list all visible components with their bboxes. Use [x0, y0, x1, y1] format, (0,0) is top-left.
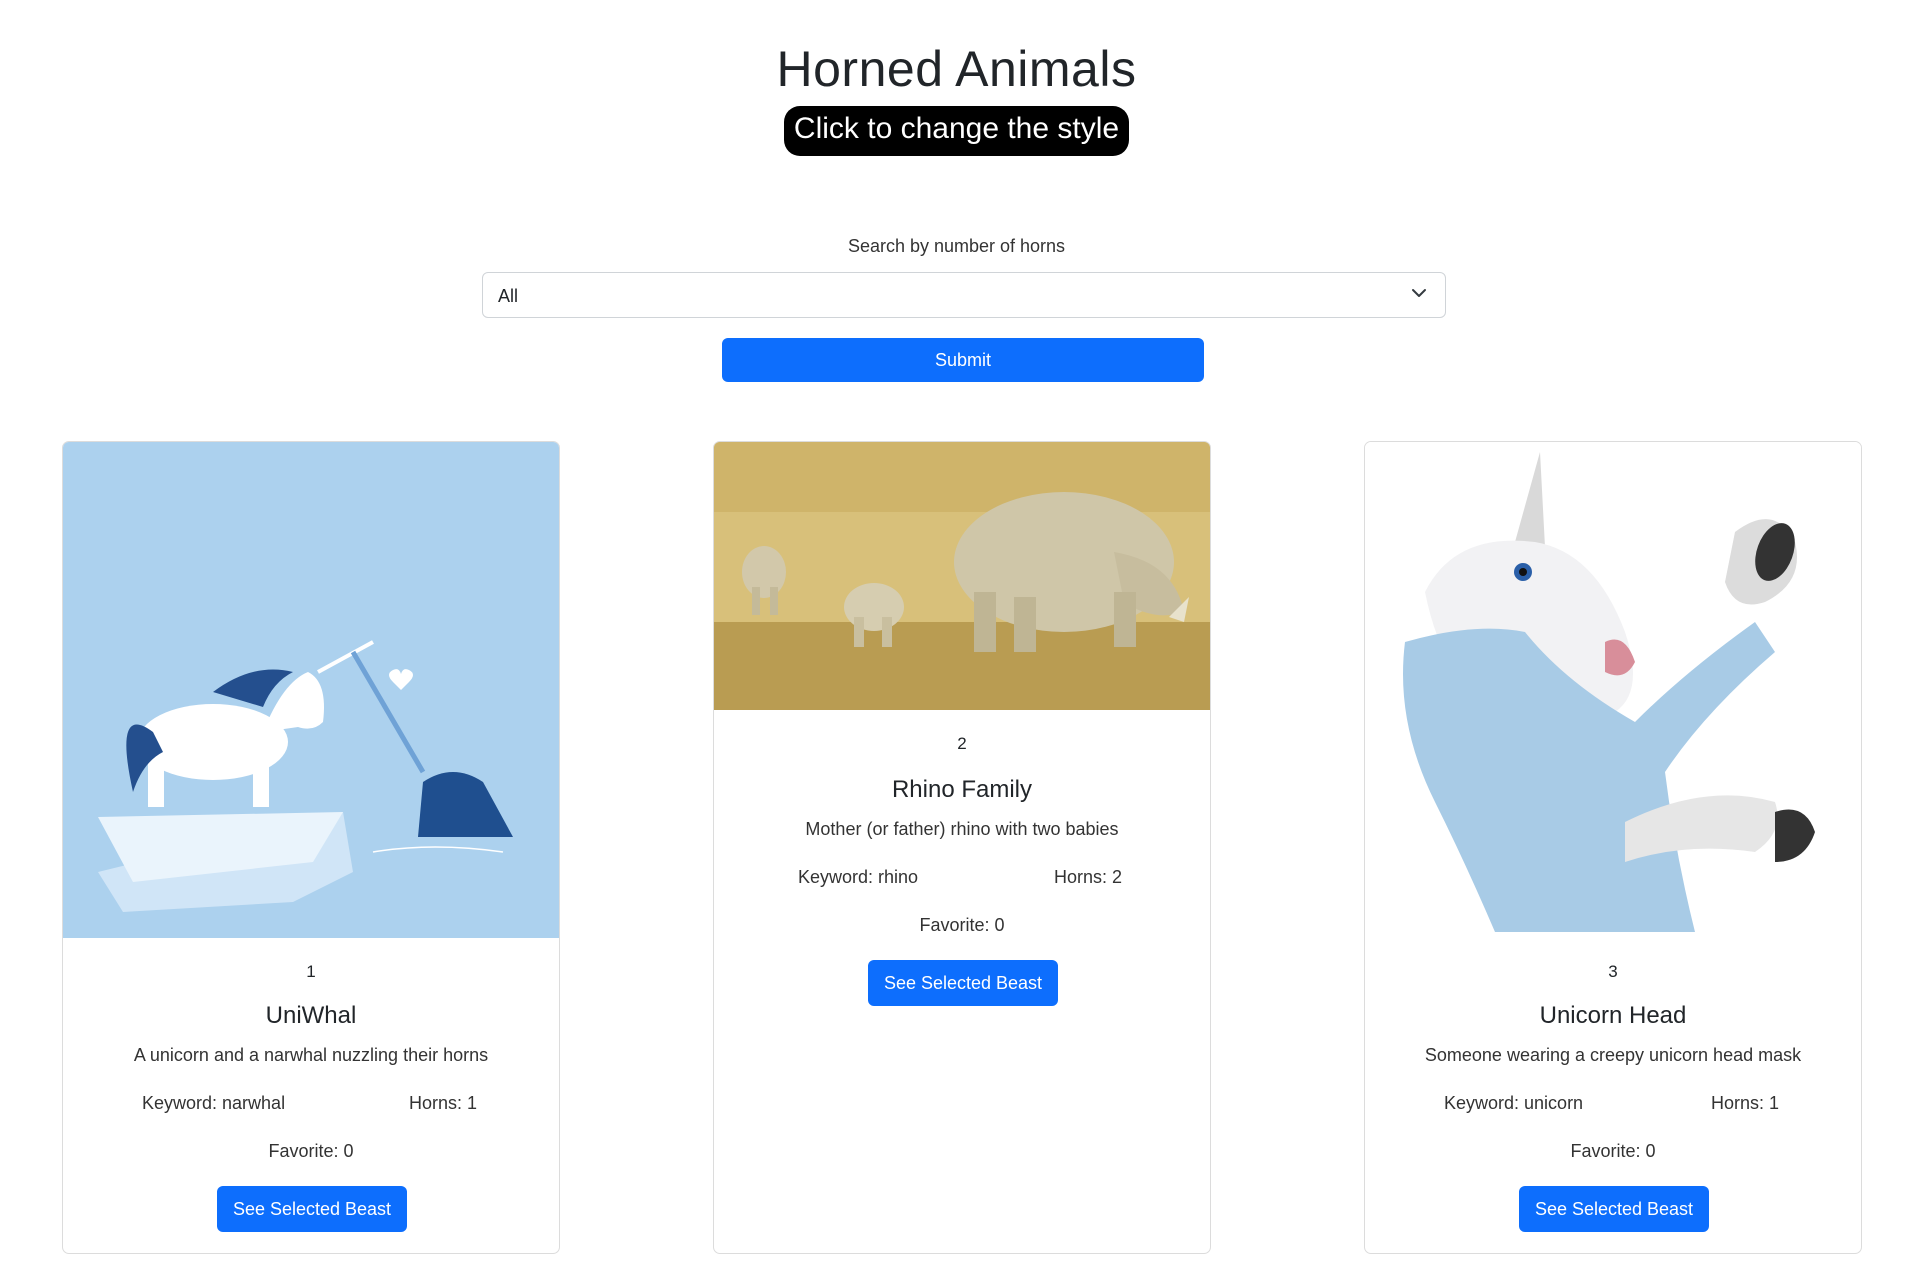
beast-horns: Horns: 2 [1054, 867, 1123, 887]
beast-description: A unicorn and a narwhal nuzzling their h… [133, 1045, 489, 1065]
search-label: Search by number of horns [847, 236, 1066, 256]
beast-keyword: Keyword: narwhal [142, 1093, 286, 1113]
beast-title: Unicorn Head [1539, 1002, 1687, 1029]
see-selected-beast-button[interactable]: See Selected Beast [217, 1186, 407, 1232]
see-selected-beast-button[interactable]: See Selected Beast [1519, 1186, 1709, 1232]
beast-horns: Horns: 1 [409, 1093, 478, 1113]
beast-favorite: Favorite: 0 [1570, 1141, 1656, 1161]
beast-favorite: Favorite: 0 [919, 915, 1005, 935]
beast-horns: Horns: 1 [1711, 1093, 1780, 1113]
beast-description: Mother (or father) rhino with two babies [805, 819, 1119, 839]
see-selected-beast-button[interactable]: See Selected Beast [868, 960, 1058, 1006]
page-title: Horned Animals [776, 41, 1137, 97]
beast-number: 2 [957, 734, 967, 753]
horns-select-value: All [498, 286, 519, 306]
beast-description: Someone wearing a creepy unicorn head ma… [1424, 1045, 1802, 1065]
page: Horned Animals Click to change the style… [0, 0, 1913, 1266]
beast-image-unicorn-head[interactable] [1365, 442, 1861, 938]
beast-favorite: Favorite: 0 [268, 1141, 354, 1161]
submit-button[interactable]: Submit [722, 338, 1204, 382]
chevron-down-icon [1412, 289, 1426, 297]
header: Horned Animals Click to change the style [0, 36, 1913, 156]
beast-card[interactable]: 1 UniWhal A unicorn and a narwhal nuzzli… [62, 441, 560, 1254]
beast-card[interactable]: 3 Unicorn Head Someone wearing a creepy … [1364, 441, 1862, 1254]
beast-number: 3 [1608, 962, 1618, 981]
change-style-button[interactable]: Click to change the style [783, 106, 1130, 156]
beast-number: 1 [306, 962, 316, 981]
beast-title: Rhino Family [891, 776, 1033, 803]
beast-title: UniWhal [265, 1002, 357, 1029]
beast-keyword: Keyword: unicorn [1444, 1093, 1584, 1113]
beast-card[interactable]: 2 Rhino Family Mother (or father) rhino … [713, 441, 1211, 1254]
beast-image-rhino[interactable] [714, 442, 1210, 710]
horns-select[interactable]: All [482, 272, 1446, 318]
beast-image-uniwhal[interactable] [63, 442, 559, 938]
beast-keyword: Keyword: rhino [798, 867, 919, 887]
